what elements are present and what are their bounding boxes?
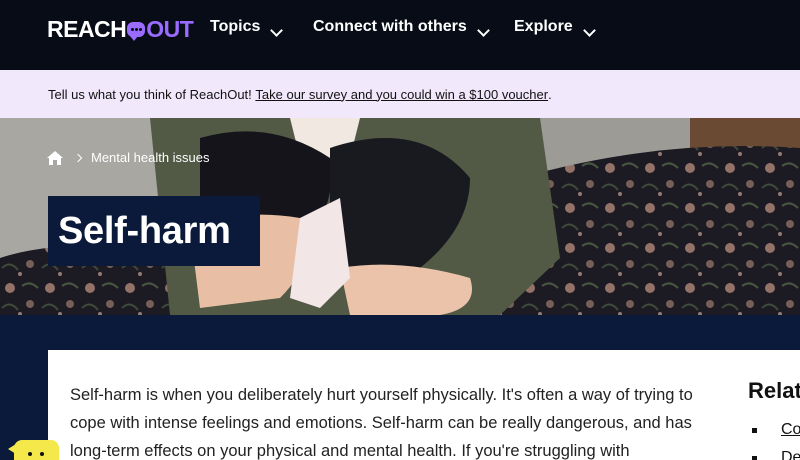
chevron-down-icon	[270, 23, 284, 37]
survey-banner: Tell us what you think of ReachOut! Take…	[0, 70, 800, 118]
banner-text: Tell us what you think of ReachOut!	[48, 86, 256, 102]
logo-out-text: OUT	[146, 16, 194, 42]
chevron-down-icon	[582, 23, 596, 37]
related-list-item[interactable]: Co	[752, 421, 800, 439]
related-list-item[interactable]: De	[752, 449, 800, 460]
related-link[interactable]: Co	[781, 421, 800, 439]
chevron-down-icon	[476, 23, 490, 37]
banner-suffix: .	[548, 86, 552, 102]
page-title-box: Self-harm	[48, 196, 260, 266]
breadcrumb: Mental health issues	[47, 150, 210, 165]
chatbot-icon[interactable]	[14, 440, 59, 460]
nav-connect-with-others[interactable]: Connect with others	[313, 18, 490, 37]
speech-bubble-icon	[127, 22, 146, 41]
nav-connect-label: Connect with others	[313, 18, 467, 35]
nav-explore[interactable]: Explore	[514, 18, 596, 37]
reachout-logo[interactable]: REACH OUT	[47, 16, 194, 43]
top-navigation: REACH OUT Topics Connect with others Exp…	[0, 0, 800, 70]
chevron-right-icon	[73, 153, 83, 162]
nav-topics-label: Topics	[210, 18, 261, 35]
home-icon[interactable]	[47, 150, 63, 165]
bullet-icon	[752, 427, 757, 433]
nav-explore-label: Explore	[514, 18, 573, 35]
related-link[interactable]: De	[781, 449, 800, 460]
chatbot-eye	[28, 452, 32, 456]
page-title: Self-harm	[58, 209, 231, 252]
related-heading: Relat	[748, 378, 800, 403]
bullet-icon	[752, 455, 757, 460]
survey-link[interactable]: Take our survey and you could win a $100…	[255, 87, 548, 102]
intro-paragraph: Self-harm is when you deliberately hurt …	[70, 386, 693, 460]
logo-reach-text: REACH	[47, 16, 127, 42]
breadcrumb-item-mental-health[interactable]: Mental health issues	[91, 150, 210, 165]
nav-topics[interactable]: Topics	[210, 18, 284, 37]
chatbot-eye	[40, 452, 44, 456]
